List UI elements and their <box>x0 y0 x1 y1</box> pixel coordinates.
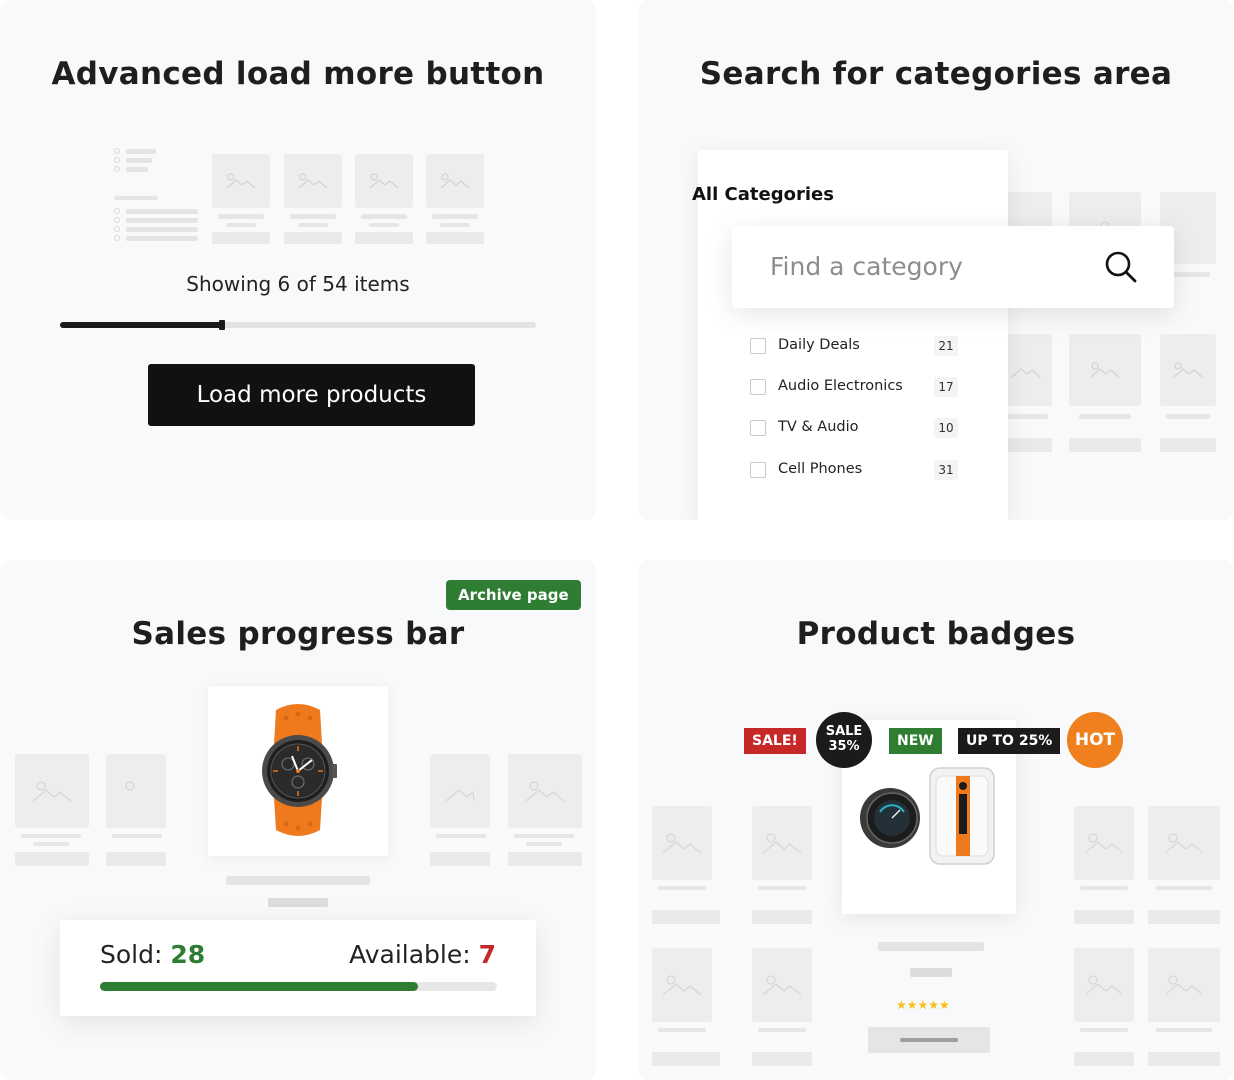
category-count: 10 <box>934 418 958 438</box>
sales-progress-title: Sales progress bar <box>131 616 465 652</box>
ghost-price-line <box>910 968 952 977</box>
category-checkbox[interactable] <box>750 462 766 478</box>
load-progress-bar <box>60 320 536 330</box>
category-card-title: All Categories <box>692 184 834 205</box>
sales-progress-card: Sold: 28 Available: 7 <box>60 920 536 1016</box>
category-search-panel: Search for categories area All Categorie… <box>638 0 1234 520</box>
sale-percent-badge: SALE 35% <box>816 712 872 768</box>
category-item-daily-deals[interactable]: Daily Deals 21 <box>750 336 958 356</box>
search-icon[interactable] <box>1104 250 1138 288</box>
load-more-title: Advanced load more button <box>51 56 545 92</box>
sales-progress-panel: Archive page Sales progress bar Sold: 28… <box>0 560 596 1080</box>
category-checkbox[interactable] <box>750 379 766 395</box>
category-label: Cell Phones <box>778 461 863 477</box>
available-value: 7 <box>478 940 496 969</box>
category-checkbox[interactable] <box>750 420 766 436</box>
category-count: 17 <box>934 377 958 397</box>
load-progress-fill <box>60 322 222 328</box>
featured-product-card[interactable] <box>208 686 388 856</box>
new-badge: NEW <box>889 728 942 754</box>
category-label: TV & Audio <box>778 419 859 435</box>
category-search-input[interactable] <box>770 246 1090 286</box>
smartwatch-image <box>262 704 337 836</box>
category-label: Audio Electronics <box>778 378 903 394</box>
category-search-title: Search for categories area <box>699 56 1173 92</box>
category-search-box <box>732 226 1174 308</box>
category-count: 21 <box>934 336 958 356</box>
category-item-tv-audio[interactable]: TV & Audio 10 <box>750 418 958 438</box>
category-item-cell-phones[interactable]: Cell Phones 31 <box>750 460 958 480</box>
product-badges-panel: Product badges SALE! SALE 35% NEW UP TO … <box>638 560 1234 1080</box>
available-count: Available: 7 <box>349 940 496 969</box>
product-badges-title: Product badges <box>796 616 1076 652</box>
sale-badge: SALE! <box>744 728 806 754</box>
sales-progress-fill <box>100 982 418 991</box>
sales-progress-bar <box>100 982 497 991</box>
archive-page-badge: Archive page <box>446 580 581 610</box>
category-checkbox[interactable] <box>750 338 766 354</box>
ghost-title-line <box>878 942 984 951</box>
load-more-panel: Advanced load more button Showing 6 of 5… <box>0 0 596 520</box>
ghost-add-to-cart-button <box>868 1027 990 1053</box>
ghost-title-line <box>226 876 370 885</box>
sold-count: Sold: 28 <box>100 940 206 969</box>
rating-stars: ★★★★★ <box>896 998 950 1012</box>
category-item-audio-electronics[interactable]: Audio Electronics 17 <box>750 377 958 397</box>
load-progress-knob <box>218 320 225 330</box>
hot-badge: HOT <box>1067 712 1123 768</box>
category-label: Daily Deals <box>778 337 860 353</box>
load-more-button[interactable]: Load more products <box>148 364 475 426</box>
sold-value: 28 <box>170 940 206 969</box>
up-to-discount-badge: UP TO 25% <box>958 728 1061 754</box>
showing-count-text: Showing 6 of 54 items <box>186 272 410 296</box>
ghost-price-line <box>268 898 328 907</box>
category-count: 31 <box>934 460 958 480</box>
